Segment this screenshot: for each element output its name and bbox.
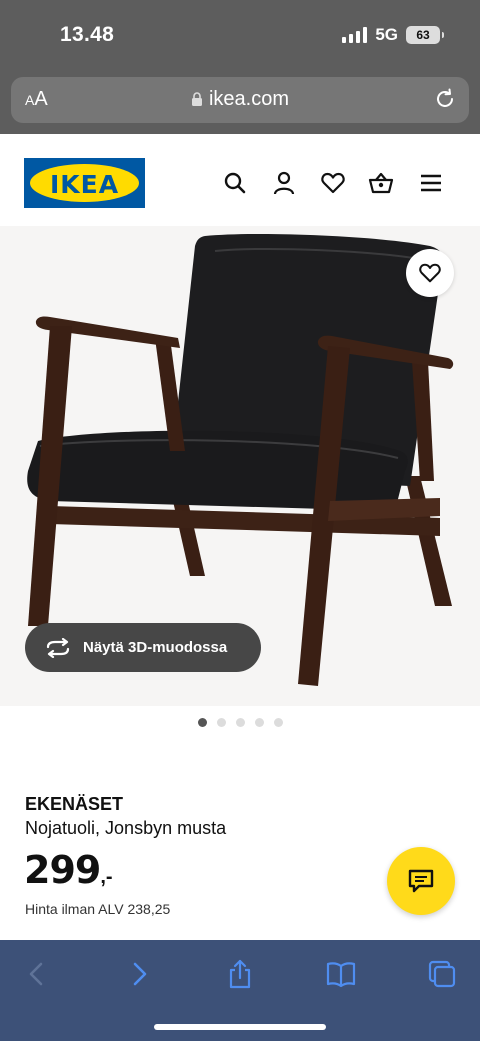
carousel-dot[interactable]: [235, 718, 245, 727]
status-indicators: 5G 63: [342, 25, 444, 45]
carousel-dot[interactable]: [197, 718, 207, 727]
image-carousel-indicator[interactable]: [0, 718, 480, 727]
browser-address-area: AA ikea.com: [0, 70, 480, 134]
chat-button[interactable]: [387, 847, 455, 915]
view-3d-label: Näytä 3D-muodossa: [83, 639, 228, 656]
menu-icon[interactable]: [418, 170, 444, 196]
address-bar[interactable]: AA ikea.com: [11, 77, 469, 123]
home-indicator[interactable]: [154, 1024, 326, 1030]
product-price: 299,-: [24, 848, 113, 892]
rotate-3d-icon: [46, 637, 70, 658]
back-icon[interactable]: [22, 959, 52, 989]
price-suffix: ,-: [100, 866, 113, 888]
chat-icon: [408, 869, 434, 893]
network-type: 5G: [375, 25, 398, 44]
price-without-vat: Hinta ilman ALV 238,25: [25, 901, 171, 917]
header-actions: [0, 170, 480, 196]
forward-icon[interactable]: [124, 959, 154, 989]
basket-icon[interactable]: [368, 170, 394, 196]
heart-icon: [419, 263, 441, 283]
web-page: IKEA Näytä 3D-muodossa EKENÄSET Nojatuol…: [0, 134, 480, 940]
search-icon[interactable]: [222, 170, 248, 196]
account-icon[interactable]: [271, 170, 297, 196]
reload-icon[interactable]: [433, 87, 457, 111]
status-bar: 13.48 5G 63: [0, 0, 480, 70]
product-description: Nojatuoli, Jonsbyn musta: [25, 818, 227, 838]
url-display[interactable]: ikea.com: [11, 88, 469, 111]
carousel-dot[interactable]: [216, 718, 226, 727]
view-3d-button[interactable]: Näytä 3D-muodossa: [25, 623, 261, 672]
tabs-icon[interactable]: [427, 959, 457, 989]
browser-toolbar: [0, 940, 480, 1041]
product-name: EKENÄSET: [25, 794, 124, 814]
price-main: 299: [24, 848, 101, 892]
url-text: ikea.com: [208, 88, 290, 110]
add-to-favourites-button[interactable]: [406, 249, 454, 297]
heart-icon[interactable]: [320, 170, 346, 196]
battery-icon: 63: [406, 26, 444, 44]
share-icon[interactable]: [225, 959, 255, 989]
carousel-dot[interactable]: [273, 718, 283, 727]
lock-icon: [191, 92, 202, 106]
carousel-dot[interactable]: [254, 718, 264, 727]
bookmarks-icon[interactable]: [326, 959, 356, 989]
cellular-signal-icon: [342, 27, 368, 43]
status-time: 13.48: [60, 23, 115, 46]
